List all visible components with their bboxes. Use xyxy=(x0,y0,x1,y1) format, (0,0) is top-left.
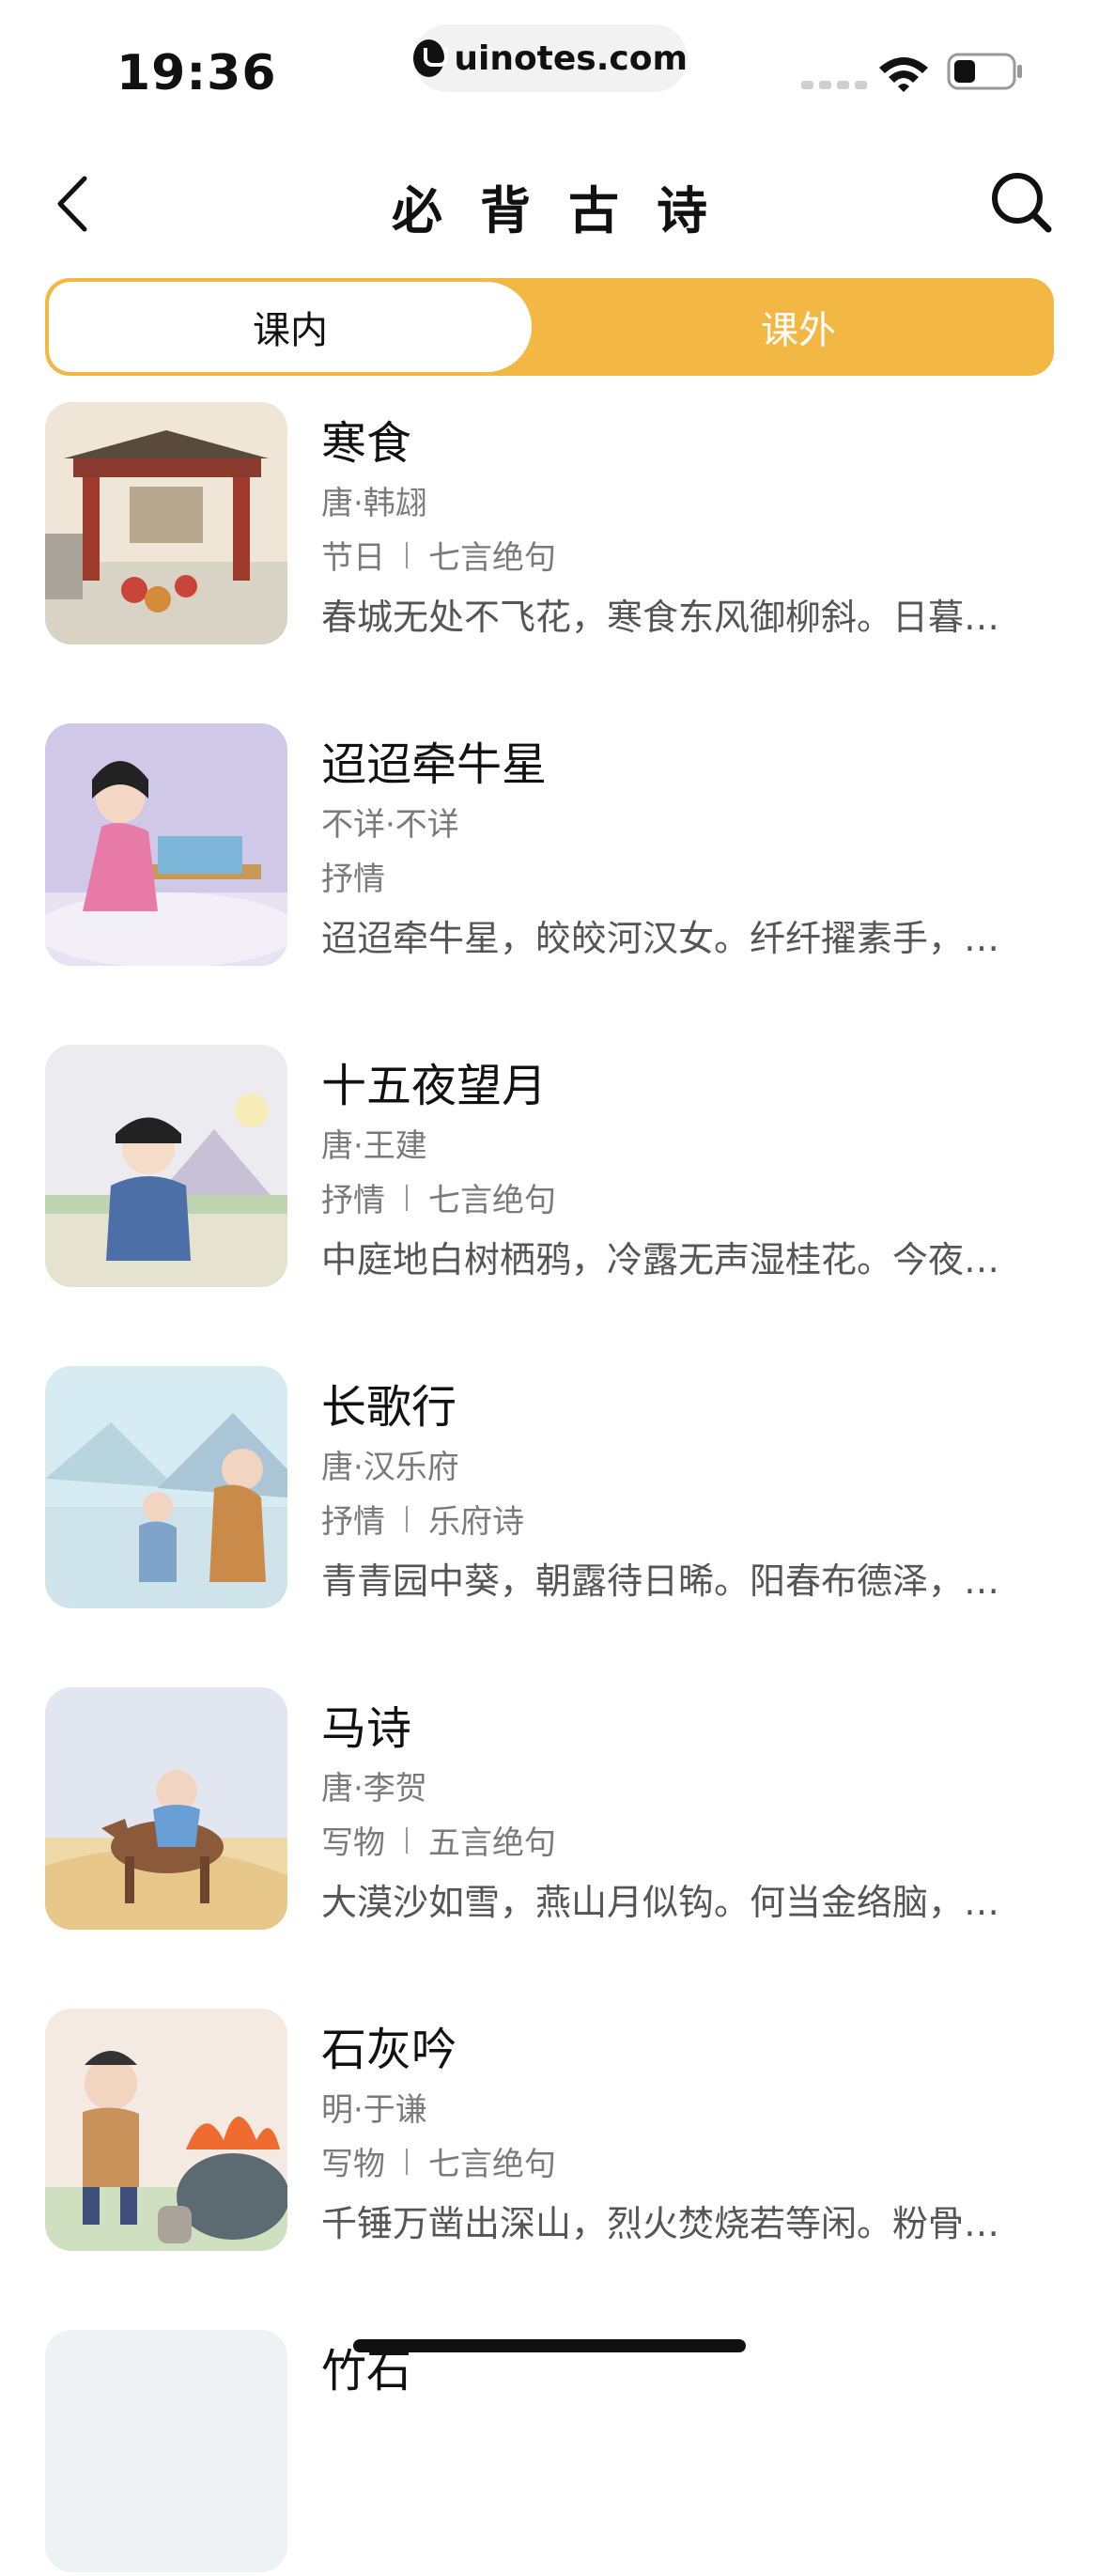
tab-extracurricular[interactable]: 课外 xyxy=(554,282,1043,372)
tag-divider xyxy=(406,1826,408,1854)
nav-bar: 必背古诗 xyxy=(0,150,1099,254)
poem-illustration xyxy=(45,1366,287,1608)
poem-illustration xyxy=(45,2009,287,2251)
list-item[interactable]: 寒食 唐·韩翃 节日 七言绝句 春城无处不飞花，寒食东风御柳斜。日暮汉宫传蜡烛，… xyxy=(0,402,1099,648)
home-indicator[interactable] xyxy=(353,2339,746,2352)
poem-tag: 节日 xyxy=(321,539,385,577)
poem-tags: 写物 七言绝句 xyxy=(321,2138,556,2184)
poem-excerpt: 迢迢牵牛星，皎皎河汉女。纤纤擢素手，札札弄机杼。 xyxy=(321,918,1031,959)
battery-icon xyxy=(947,53,1022,90)
poem-author: 唐·韩翃 xyxy=(321,485,427,522)
poem-tags: 写物 五言绝句 xyxy=(321,1817,556,1863)
poem-tags: 抒情 七言绝句 xyxy=(321,1174,556,1220)
list-item[interactable]: 竹石 xyxy=(0,2330,1099,2576)
poem-illustration xyxy=(45,2330,287,2572)
url-pill[interactable]: uinotes.com xyxy=(413,24,688,92)
uinotes-logo-icon xyxy=(413,39,449,77)
poem-tags: 节日 七言绝句 xyxy=(321,532,556,578)
poem-illustration xyxy=(45,723,287,966)
url-text: uinotes.com xyxy=(454,39,688,78)
signal-icon xyxy=(801,81,867,89)
poem-author: 唐·李贺 xyxy=(321,1770,427,1808)
poem-illustration xyxy=(45,402,287,644)
poem-tag: 抒情 xyxy=(321,861,385,898)
poem-tag: 七言绝句 xyxy=(428,1182,556,1219)
poem-excerpt: 千锤万凿出深山，烈火焚烧若等闲。粉骨碎身浑不怕，要留清白在人间。 xyxy=(321,2203,1031,2244)
poem-excerpt: 中庭地白树栖鸦，冷露无声湿桂花。今夜月明人尽望，不知秋思落谁家。 xyxy=(321,1239,1031,1280)
poem-author: 唐·汉乐府 xyxy=(321,1449,459,1486)
poem-tags: 抒情 xyxy=(321,853,385,899)
poem-excerpt: 青青园中葵，朝露待日晞。阳春布德泽，万物生光辉。 xyxy=(321,1560,1031,1602)
list-item[interactable]: 迢迢牵牛星 不详·不详 抒情 迢迢牵牛星，皎皎河汉女。纤纤擢素手，札札弄机杼。 xyxy=(0,723,1099,970)
tag-divider xyxy=(406,541,408,568)
status-time: 19:36 xyxy=(116,45,277,101)
poem-author: 唐·王建 xyxy=(321,1127,427,1165)
list-item[interactable]: 马诗 唐·李贺 写物 五言绝句 大漠沙如雪，燕山月似钩。何当金络脑，快走踏清秋。 xyxy=(0,1687,1099,1933)
tag-divider xyxy=(406,2148,408,2175)
list-item[interactable]: 十五夜望月 唐·王建 抒情 七言绝句 中庭地白树栖鸦，冷露无声湿桂花。今夜月明人… xyxy=(0,1045,1099,1291)
poem-author: 不详·不详 xyxy=(321,806,459,844)
search-icon[interactable] xyxy=(988,169,1054,235)
poem-title: 马诗 xyxy=(321,1702,412,1755)
tag-divider xyxy=(406,1184,408,1211)
poem-excerpt: 春城无处不飞花，寒食东风御柳斜。日暮汉宫传蜡烛，轻烟散入五侯家。 xyxy=(321,597,1031,638)
poem-illustration xyxy=(45,1045,287,1287)
poem-title: 长歌行 xyxy=(321,1381,457,1434)
poem-tag: 七言绝句 xyxy=(428,539,556,577)
poem-title: 寒食 xyxy=(321,417,412,470)
poem-tag: 写物 xyxy=(321,1824,385,1862)
poem-tag: 抒情 xyxy=(321,1182,385,1219)
poem-tags: 抒情 乐府诗 xyxy=(321,1496,524,1542)
page-title: 必背古诗 xyxy=(392,180,745,241)
poem-tag: 写物 xyxy=(321,2146,385,2183)
poem-title: 十五夜望月 xyxy=(321,1060,548,1112)
poem-tag: 抒情 xyxy=(321,1503,385,1541)
list-item[interactable]: 长歌行 唐·汉乐府 抒情 乐府诗 青青园中葵，朝露待日晞。阳春布德泽，万物生光辉… xyxy=(0,1366,1099,1612)
wifi-icon xyxy=(879,57,928,92)
poem-author: 明·于谦 xyxy=(321,2091,427,2129)
poem-tag: 七言绝句 xyxy=(428,2146,556,2183)
poem-title: 石灰吟 xyxy=(321,2024,457,2076)
tag-divider xyxy=(406,1505,408,1532)
status-bar: 19:36 uinotes.com xyxy=(0,0,1099,141)
poem-illustration xyxy=(45,1687,287,1930)
tab-in-class[interactable]: 课内 xyxy=(49,282,532,372)
poem-title: 迢迢牵牛星 xyxy=(321,738,548,791)
poem-tag: 乐府诗 xyxy=(428,1503,524,1541)
list-item[interactable]: 石灰吟 明·于谦 写物 七言绝句 千锤万凿出深山，烈火焚烧若等闲。粉骨碎身浑不怕… xyxy=(0,2009,1099,2255)
poem-excerpt: 大漠沙如雪，燕山月似钩。何当金络脑，快走踏清秋。 xyxy=(321,1882,1031,1923)
poem-tag: 五言绝句 xyxy=(428,1824,556,1862)
